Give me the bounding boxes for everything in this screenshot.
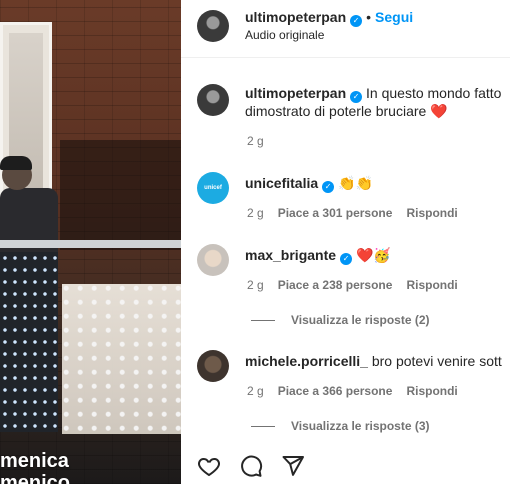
comment-time[interactable]: 2 g — [247, 278, 264, 292]
caption-time[interactable]: 2 g — [247, 134, 264, 148]
share-icon[interactable] — [281, 454, 305, 483]
avatar-text: unicef — [204, 185, 222, 191]
comment-avatar-unicefitalia[interactable]: unicef — [197, 172, 229, 204]
heart-icon[interactable] — [197, 454, 221, 483]
comment-avatar-max-brigante[interactable] — [197, 244, 229, 276]
media-caption-line2: menico — [0, 472, 71, 484]
comment-text: 👏👏 — [338, 175, 373, 191]
replies-divider-line — [251, 320, 275, 322]
verified-badge-icon: ✓ — [350, 15, 363, 27]
comment-likes[interactable]: Piace a 301 persone — [278, 206, 393, 220]
reply-button[interactable]: Rispondi — [406, 206, 457, 220]
comment-body-3: michele.porricelli_ bro potevi venire so… — [245, 352, 502, 370]
author-username[interactable]: ultimopeterpan — [245, 9, 346, 25]
verified-badge-icon: ✓ — [322, 181, 335, 193]
comment-username[interactable]: max_brigante — [245, 247, 336, 263]
comment-time[interactable]: 2 g — [247, 384, 264, 398]
caption-meta: 2 g — [247, 134, 278, 148]
post-actions-bar — [197, 454, 305, 483]
comment-avatar-michele-porricelli[interactable] — [197, 350, 229, 382]
follow-button[interactable]: Segui — [375, 9, 413, 25]
comment-likes[interactable]: Piace a 366 persone — [278, 384, 393, 398]
media-caption-line1: menica — [0, 450, 69, 472]
view-replies-label: Visualizza le risposte (2) — [291, 313, 430, 327]
comment-body-1: unicefitalia ✓ 👏👏 — [245, 174, 373, 193]
comment-meta-1: 2 g Piace a 301 persone Rispondi — [247, 206, 472, 220]
separator-dot: • — [366, 9, 372, 25]
reply-button[interactable]: Rispondi — [406, 384, 457, 398]
reply-button[interactable]: Rispondi — [406, 278, 457, 292]
comment-icon[interactable] — [239, 454, 263, 483]
comments-panel: ultimopeterpan ✓ • Segui Audio originale ul… — [181, 0, 510, 484]
comment-username[interactable]: unicefitalia — [245, 175, 318, 191]
comment-time[interactable]: 2 g — [247, 206, 264, 220]
christmas-lights-left — [0, 252, 58, 432]
christmas-lights — [62, 284, 181, 434]
caption-avatar[interactable] — [197, 84, 229, 116]
post-header: ultimopeterpan ✓ • Segui Audio originale — [181, 0, 510, 58]
view-replies-label: Visualizza le risposte (3) — [291, 419, 430, 433]
comment-text: bro potevi venire sott — [371, 353, 502, 369]
comment-meta-2: 2 g Piace a 238 persone Rispondi — [247, 278, 472, 292]
caption-line1: ultimopeterpan ✓ In questo mondo fatto — [245, 84, 501, 103]
comment-body-2: max_brigante ✓ ❤️🥳 — [245, 246, 391, 265]
caption-username[interactable]: ultimopeterpan — [245, 85, 346, 101]
verified-badge-icon: ✓ — [340, 253, 353, 265]
shadow-area — [60, 140, 181, 250]
author-avatar[interactable] — [197, 10, 229, 42]
caption-text-line1: In questo mondo fatto — [366, 85, 502, 101]
comment-text: ❤️🥳 — [355, 247, 391, 263]
replies-divider-line — [251, 426, 275, 428]
view-replies-button-3[interactable]: Visualizza le risposte (3) — [251, 419, 430, 433]
view-replies-button-2[interactable]: Visualizza le risposte (2) — [251, 313, 430, 327]
comment-meta-3: 2 g Piace a 366 persone Rispondi — [247, 384, 472, 398]
comment-username[interactable]: michele.porricelli_ — [245, 353, 368, 369]
comment-likes[interactable]: Piace a 238 persone — [278, 278, 393, 292]
audio-label[interactable]: Audio originale — [245, 28, 324, 42]
caption-text-line2: dimostrato di poterle bruciare ❤️ — [245, 103, 448, 119]
media-caption-overlay: menica menico — [0, 450, 70, 484]
post-header-title: ultimopeterpan ✓ • Segui — [245, 9, 413, 27]
balcony-railing — [0, 240, 181, 248]
post-media[interactable]: menica menico — [0, 0, 181, 484]
